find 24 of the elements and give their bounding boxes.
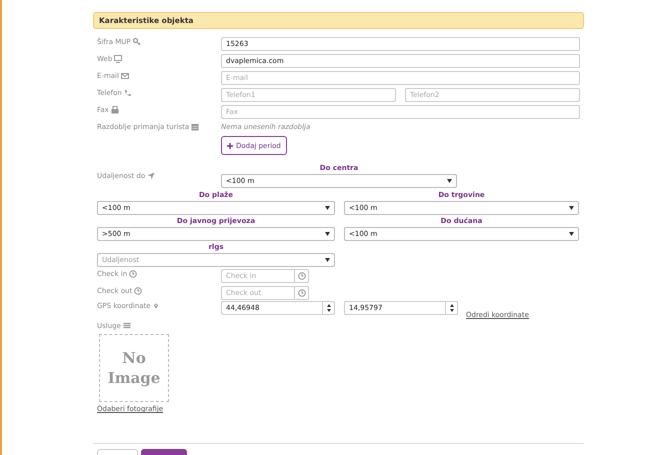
caret-icon [569, 232, 574, 236]
location-arrow-icon [147, 172, 156, 180]
monitor-icon [114, 55, 122, 63]
list-icon [122, 322, 131, 330]
caret-icon [325, 206, 330, 210]
clock-icon [134, 287, 142, 295]
spinner-button[interactable] [323, 301, 335, 315]
clock-icon [129, 270, 138, 278]
clock-button[interactable] [295, 269, 309, 283]
phone-icon [124, 89, 132, 97]
caret-icon [325, 232, 330, 236]
caret-icon [569, 206, 574, 210]
spinner-icon [326, 304, 330, 312]
key-icon [132, 38, 141, 46]
mail-icon [120, 72, 129, 80]
plus-icon [227, 142, 233, 148]
spinner-icon [450, 304, 454, 312]
clock-icon [298, 272, 306, 280]
map-marker-icon [152, 302, 159, 310]
clock-button[interactable] [295, 286, 309, 300]
spinner-button[interactable] [446, 301, 458, 315]
caret-icon [447, 179, 452, 183]
clock-icon [298, 289, 306, 297]
caret-icon [325, 258, 330, 262]
